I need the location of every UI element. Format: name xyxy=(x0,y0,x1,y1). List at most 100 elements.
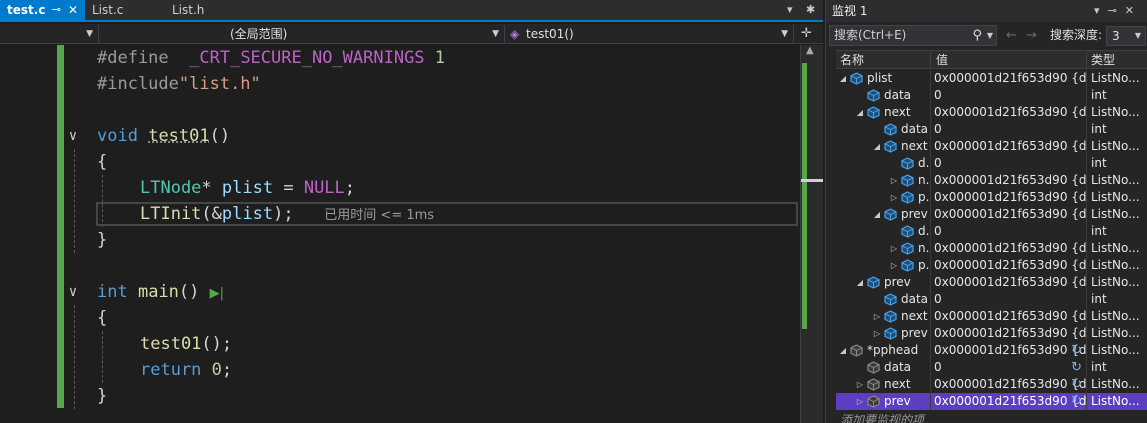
code-editor[interactable]: test.c ⊸ ✕ List.c List.h ▾ ✱ ▼ (全局范围) ▼ … xyxy=(0,0,823,423)
watch-row[interactable]: data 0 ↻ int xyxy=(836,359,1147,376)
collapse-icon[interactable]: ◢ xyxy=(855,274,865,291)
close-icon[interactable]: ✕ xyxy=(1125,4,1142,17)
code-line[interactable]: void test01() xyxy=(97,123,230,149)
watch-value-cell[interactable]: 0x000001d21f653d90 {data... xyxy=(931,240,1086,257)
watch-row[interactable]: d. 0 int xyxy=(836,223,1147,240)
watch-value-cell[interactable]: 0x000001d21f653d90 {data...↻ xyxy=(931,393,1086,410)
expand-icon[interactable]: ▷ xyxy=(872,325,882,342)
run-to-click-icon[interactable]: ▶| xyxy=(210,286,224,301)
watch-row[interactable]: ▷ p. 0x000001d21f653d90 {data... ListNo... xyxy=(836,257,1147,274)
watch-value-cell[interactable]: 0 xyxy=(931,121,1086,138)
tab-list-dropdown-icon[interactable]: ▾ xyxy=(787,0,793,20)
watch-row[interactable]: ◢ plist 0x000001d21f653d90 {data... ListNo.… xyxy=(836,70,1147,87)
watch-row[interactable]: ◢ next 0x000001d21f653d90 {data... ListNo..… xyxy=(836,104,1147,121)
watch-row[interactable]: ◢ prev 0x000001d21f653d90 {data... ListNo..… xyxy=(836,206,1147,223)
code-line[interactable]: #include"list.h" xyxy=(97,71,261,97)
tab-test-c[interactable]: test.c ⊸ ✕ xyxy=(0,0,85,20)
watch-row[interactable]: ▷ prev 0x000001d21f653d90 {data...↻ ListNo.… xyxy=(836,393,1147,410)
code-line[interactable]: } xyxy=(97,383,107,409)
watch-row[interactable]: ▷ p. 0x000001d21f653d90 {data... ListNo... xyxy=(836,189,1147,206)
watch-row[interactable]: ▷ n. 0x000001d21f653d90 {data... ListNo... xyxy=(836,240,1147,257)
split-icon[interactable]: ✛ xyxy=(801,24,812,44)
expand-icon[interactable]: ▷ xyxy=(855,393,865,410)
scope-dropdown[interactable]: (全局范围) ▼ xyxy=(100,25,505,43)
collapse-icon[interactable]: ◢ xyxy=(872,138,882,155)
collapse-icon[interactable]: ◢ xyxy=(872,206,882,223)
back-arrow-icon[interactable]: ← xyxy=(1006,26,1017,45)
column-divider[interactable] xyxy=(930,51,931,69)
watch-value-cell[interactable]: 0x000001d21f653d90 {data... xyxy=(931,104,1086,121)
watch-value-cell[interactable]: 0x000001d21f653d90 {data... xyxy=(931,138,1086,155)
watch-row[interactable]: d. 0 int xyxy=(836,155,1147,172)
expand-icon[interactable]: ▷ xyxy=(889,172,899,189)
code-line[interactable]: #define _CRT_SECURE_NO_WARNINGS 1 xyxy=(97,45,445,71)
forward-arrow-icon[interactable]: → xyxy=(1026,26,1037,45)
search-icon[interactable]: ⚲ xyxy=(972,26,982,45)
watch-row[interactable]: ▷ prev 0x000001d21f653d90 {data... ListNo..… xyxy=(836,325,1147,342)
code-line[interactable]: return 0; xyxy=(140,357,232,383)
code-line[interactable]: int main() ▶| xyxy=(97,279,224,305)
code-line[interactable]: test01(); xyxy=(140,331,232,357)
vertical-scrollbar[interactable]: ▲ xyxy=(800,45,823,423)
code-line[interactable]: LTNode* plist = NULL; xyxy=(140,175,355,201)
close-icon[interactable]: ✕ xyxy=(68,0,78,20)
watch-value-cell[interactable]: 0x000001d21f653d90 {data... xyxy=(931,274,1086,291)
collapse-icon[interactable]: ◢ xyxy=(838,70,848,87)
watch-row[interactable]: ◢ prev 0x000001d21f653d90 {data... ListNo..… xyxy=(836,274,1147,291)
expand-icon[interactable]: ▷ xyxy=(872,308,882,325)
watch-value-cell[interactable]: 0 xyxy=(931,223,1086,240)
collapse-icon[interactable]: ◢ xyxy=(855,104,865,121)
watch-value-cell[interactable]: 0x000001d21f653d90 {data...↻ xyxy=(931,342,1086,359)
scroll-up-icon[interactable]: ▲ xyxy=(806,45,814,56)
gear-icon[interactable]: ✱ xyxy=(806,0,815,20)
pin-icon[interactable]: ⊸ xyxy=(1108,4,1125,17)
code-area[interactable]: #define _CRT_SECURE_NO_WARNINGS 1 #inclu… xyxy=(0,45,800,423)
watch-value-cell[interactable]: 0 xyxy=(931,155,1086,172)
expand-icon[interactable]: ▷ xyxy=(889,240,899,257)
refresh-icon[interactable]: ↻ xyxy=(1071,359,1082,376)
function-dropdown[interactable]: ◈ test01() ▼ xyxy=(506,25,794,43)
column-header-value[interactable]: 值 xyxy=(936,51,948,69)
fold-chevron-icon[interactable]: ∨ xyxy=(66,279,80,305)
watch-row[interactable]: data 0 int xyxy=(836,291,1147,308)
watch-row[interactable]: ▷ n. 0x000001d21f653d90 {data... ListNo... xyxy=(836,172,1147,189)
watch-row[interactable]: ◢ *pphead 0x000001d21f653d90 {data...↻ List… xyxy=(836,342,1147,359)
refresh-icon[interactable]: ↻ xyxy=(1071,376,1082,393)
watch-value-cell[interactable]: 0x000001d21f653d90 {data... xyxy=(931,70,1086,87)
code-line[interactable]: } xyxy=(97,227,107,253)
tab-list-h[interactable]: List.h xyxy=(165,0,245,20)
watch-row[interactable]: data 0 int xyxy=(836,87,1147,104)
watch-value-cell[interactable]: 0x000001d21f653d90 {data... xyxy=(931,189,1086,206)
code-line[interactable]: { xyxy=(97,149,107,175)
expand-icon[interactable]: ▷ xyxy=(889,189,899,206)
watch-value-cell[interactable]: 0 xyxy=(931,87,1086,104)
expand-icon[interactable]: ▷ xyxy=(855,376,865,393)
watch-value-cell[interactable]: 0x000001d21f653d90 {data... xyxy=(931,325,1086,342)
search-depth-select[interactable]: 3 ▼ xyxy=(1106,26,1146,46)
watch-row[interactable]: ◢ next 0x000001d21f653d90 {data... ListNo..… xyxy=(836,138,1147,155)
column-header-type[interactable]: 类型 xyxy=(1091,51,1115,69)
refresh-icon[interactable]: ↻ xyxy=(1071,342,1082,359)
watch-value-cell[interactable]: 0 xyxy=(931,291,1086,308)
project-dropdown[interactable]: ▼ xyxy=(0,25,99,43)
expand-icon[interactable]: ▷ xyxy=(889,257,899,274)
code-line[interactable]: LTInit(&plist); 已用时间 <= 1ms xyxy=(140,201,434,227)
watch-value-cell[interactable]: 0x000001d21f653d90 {data... xyxy=(931,172,1086,189)
watch-value-cell[interactable]: 0x000001d21f653d90 {data...↻ xyxy=(931,376,1086,393)
dropdown-icon[interactable]: ▾ xyxy=(1094,4,1108,17)
tab-list-c[interactable]: List.c xyxy=(85,0,165,20)
fold-chevron-icon[interactable]: ∨ xyxy=(66,123,80,149)
watch-row[interactable]: data 0 int xyxy=(836,121,1147,138)
watch-row[interactable]: ▷ next 0x000001d21f653d90 {data...↻ ListNo.… xyxy=(836,376,1147,393)
column-divider[interactable] xyxy=(1086,51,1087,69)
add-watch-item[interactable]: 添加要监视的项 xyxy=(840,411,924,423)
watch-value-cell[interactable]: 0x000001d21f653d90 {data... xyxy=(931,308,1086,325)
column-header-name[interactable]: 名称 xyxy=(840,51,864,69)
collapse-icon[interactable]: ◢ xyxy=(838,342,848,359)
refresh-icon[interactable]: ↻ xyxy=(1071,393,1082,410)
chevron-down-icon[interactable]: ▼ xyxy=(987,26,993,45)
watch-value-cell[interactable]: 0x000001d21f653d90 {data... xyxy=(931,206,1086,223)
code-line[interactable]: { xyxy=(97,305,107,331)
search-input[interactable]: 搜索(Ctrl+E) ⚲ ▼ xyxy=(829,25,997,46)
watch-value-cell[interactable]: 0x000001d21f653d90 {data... xyxy=(931,257,1086,274)
